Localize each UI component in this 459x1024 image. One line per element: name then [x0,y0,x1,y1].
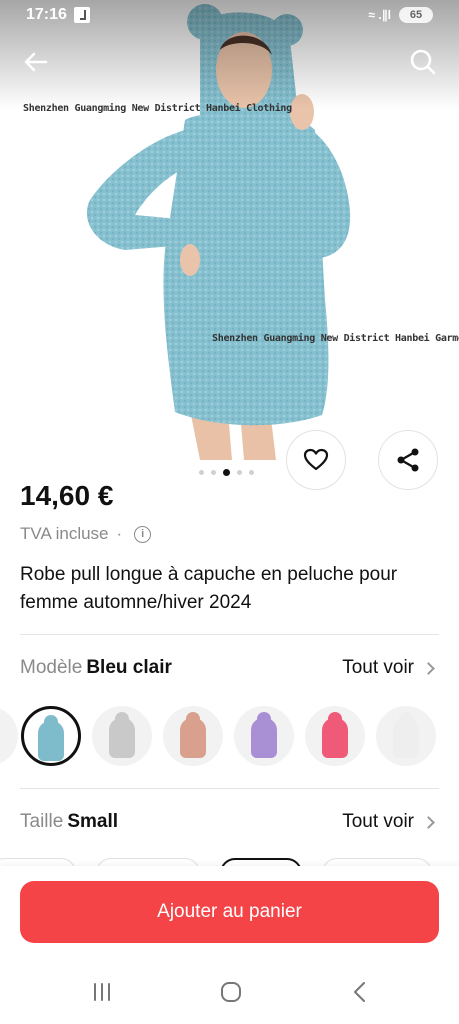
size-label: Taille [20,811,64,832]
product-image-carousel[interactable]: Shenzhen Guangming New District Hanbei C… [0,0,459,460]
swatch-thumbnail [38,715,64,761]
add-to-cart-button[interactable]: Ajouter au panier [20,881,439,943]
notification-icon [74,7,90,23]
size-option-row: Taille Small Tout voir [20,811,439,841]
system-navigation-bar [0,960,459,1024]
watermark-text: Shenzhen Guangming New District Hanbei C… [23,103,292,114]
share-button[interactable] [378,430,438,490]
carousel-dot [199,470,204,475]
tax-info: TVA incluse · i [20,524,152,544]
see-all-label: Tout voir [342,657,414,678]
model-swatch[interactable] [234,706,294,766]
carousel-dot [211,470,216,475]
favorite-button[interactable] [286,430,346,490]
back-button[interactable] [18,44,54,80]
size-value: Small [67,811,119,832]
model-value: Bleu clair [86,657,172,678]
battery-indicator: 65 [399,7,433,23]
recents-icon[interactable] [90,980,114,1004]
swatch-thumbnail [393,712,419,758]
bottom-action-bar: Ajouter au panier [0,866,459,960]
model-see-all-link[interactable]: Tout voir [342,657,435,679]
chevron-right-icon [422,815,435,829]
model-swatch-list [0,706,459,768]
model-swatch[interactable] [0,706,18,766]
status-bar: 17:16 ≈ .∥l 65 [0,0,459,32]
swatch-thumbnail [180,712,206,758]
model-label: Modèle [20,657,83,678]
model-swatch[interactable] [163,706,223,766]
model-option-row: Modèle Bleu clair Tout voir [20,657,439,687]
heart-icon [303,448,329,471]
carousel-dot [237,470,242,475]
tax-label: TVA incluse [20,524,109,543]
product-price: 14,60 € [20,480,114,511]
search-button[interactable] [405,44,441,80]
divider [20,788,439,789]
signal-icon: ≈ .∥l [368,8,391,22]
status-time: 17:16 [26,6,67,23]
swatch-thumbnail [251,712,277,758]
size-see-all-link[interactable]: Tout voir [342,811,435,833]
share-icon [397,448,419,472]
search-icon [410,49,436,75]
swatch-thumbnail [322,712,348,758]
home-icon[interactable] [219,980,243,1004]
divider [20,634,439,635]
info-icon[interactable]: i [134,525,152,543]
watermark-text: Shenzhen Guangming New District Hanbei G… [212,333,459,344]
model-swatch[interactable] [92,706,152,766]
back-icon[interactable] [348,980,372,1004]
product-title: Robe pull longue à capuche en peluche po… [20,564,398,613]
model-swatch[interactable] [376,706,436,766]
model-swatch-selected[interactable] [21,706,81,766]
swatch-thumbnail [109,712,135,758]
see-all-label: Tout voir [342,811,414,832]
chevron-right-icon [422,661,435,675]
carousel-indicator [199,469,254,476]
carousel-dot [249,470,254,475]
back-arrow-icon [24,52,48,72]
model-swatch[interactable] [305,706,365,766]
tax-separator: · [116,524,123,543]
carousel-dot-active [223,469,230,476]
